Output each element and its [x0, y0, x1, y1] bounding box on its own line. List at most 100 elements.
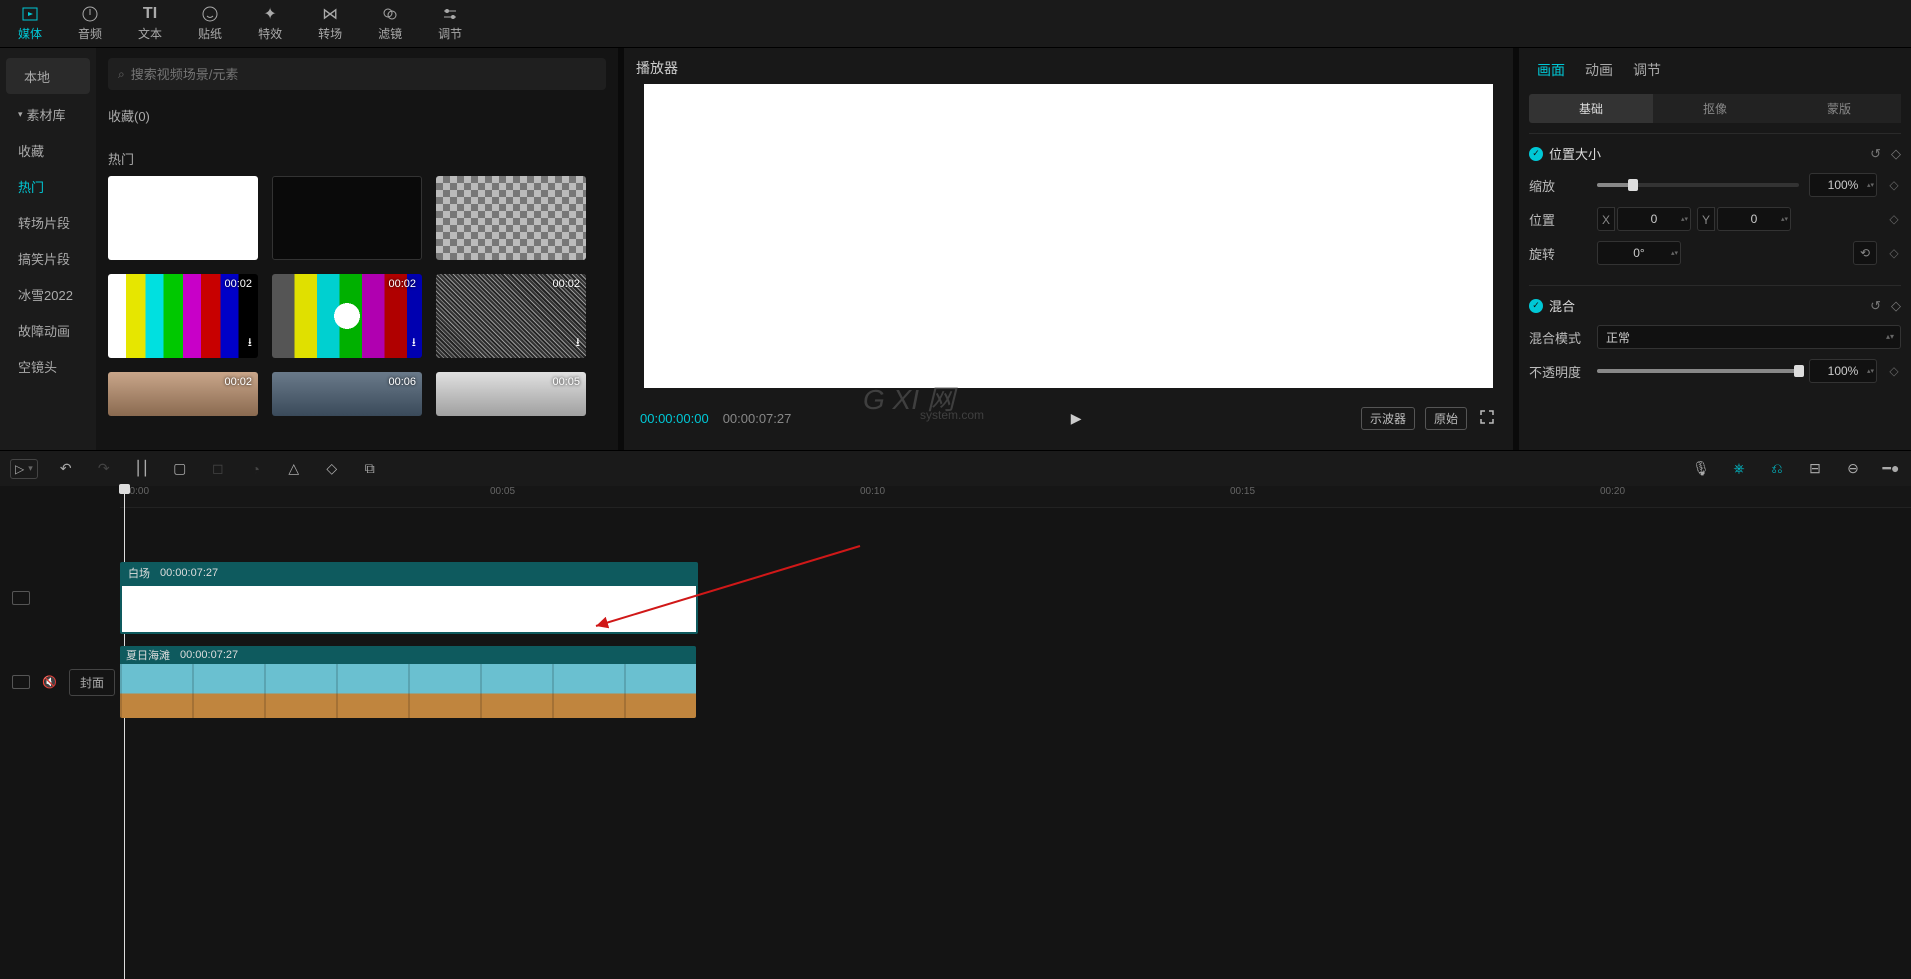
thumb-white[interactable]: [108, 176, 258, 260]
opacity-value[interactable]: 100%▴▾: [1809, 359, 1877, 383]
player-canvas[interactable]: [644, 84, 1493, 388]
nav-transition-clips[interactable]: 转场片段: [0, 204, 96, 240]
blend-mode-label: 混合模式: [1529, 328, 1587, 347]
undo-button[interactable]: ↶: [56, 459, 76, 479]
mute-icon[interactable]: 🔇: [42, 675, 57, 689]
inspector-tab-picture[interactable]: 画面: [1537, 60, 1565, 82]
position-y-value[interactable]: 0▴▾: [1717, 207, 1791, 231]
thumb-color-bars-1[interactable]: 00:02 ⭳: [108, 274, 258, 358]
track-toggle-icon[interactable]: [12, 591, 30, 605]
track-main: 🔇 封面 夏日海滩 00:00:07:27: [0, 642, 1911, 722]
tab-adjust[interactable]: 调节: [420, 0, 480, 47]
split-button[interactable]: ⎮⎮: [132, 459, 152, 479]
track-overlay: 白场 00:00:07:27: [0, 558, 1911, 638]
thumb-clip-2[interactable]: 00:06: [272, 372, 422, 416]
download-icon[interactable]: ⭳: [248, 333, 252, 354]
crop-button[interactable]: ⧉: [360, 459, 380, 479]
zoom-slider[interactable]: ━●: [1881, 459, 1901, 479]
blend-mode-select[interactable]: 正常 ▴▾: [1597, 325, 1901, 349]
scope-button[interactable]: 示波器: [1361, 407, 1415, 430]
tab-media-label: 媒体: [18, 25, 42, 42]
opacity-slider[interactable]: [1597, 369, 1799, 373]
search-box[interactable]: ⌕: [108, 58, 606, 90]
zoom-out-button[interactable]: ⊖: [1843, 459, 1863, 479]
rotation-value[interactable]: 0°▴▾: [1597, 241, 1681, 265]
reset-icon[interactable]: ↺: [1870, 146, 1881, 162]
scale-label: 缩放: [1529, 176, 1587, 195]
nav-empty-shot[interactable]: 空镜头: [0, 348, 96, 384]
tab-filter-label: 滤镜: [378, 25, 402, 42]
section-position-size: ✓ 位置大小 ↺ ◇ 缩放 100%▴▾ ◇ 位置 X 0▴▾ Y: [1529, 133, 1901, 285]
thumb-black[interactable]: [272, 176, 422, 260]
keyframe-icon[interactable]: ◇: [1891, 146, 1901, 162]
tab-filter[interactable]: 滤镜: [360, 0, 420, 47]
delete-button[interactable]: ▢: [170, 459, 190, 479]
clip-summer-beach[interactable]: 夏日海滩 00:00:07:27: [120, 646, 696, 718]
mirror-button[interactable]: △: [284, 459, 304, 479]
fullscreen-button[interactable]: [1477, 407, 1497, 430]
nav-library[interactable]: ▾素材库: [0, 96, 96, 132]
thumb-color-bars-2[interactable]: 00:02 ⭳: [272, 274, 422, 358]
download-icon[interactable]: ⭳: [576, 333, 580, 354]
tab-effects[interactable]: ✦ 特效: [240, 0, 300, 47]
tab-media[interactable]: 媒体: [0, 0, 60, 47]
segment-mask[interactable]: 蒙版: [1777, 94, 1901, 123]
nav-winter2022[interactable]: 冰雪2022: [0, 276, 96, 312]
cover-button[interactable]: 封面: [69, 669, 115, 696]
thumb-clip-1[interactable]: 00:02: [108, 372, 258, 416]
clip-white-field[interactable]: 白场 00:00:07:27: [120, 562, 698, 634]
thumb-noise[interactable]: 00:02 ⭳: [436, 274, 586, 358]
tab-sticker[interactable]: 贴纸: [180, 0, 240, 47]
track-toggle-icon[interactable]: [12, 675, 30, 689]
search-input[interactable]: [131, 67, 596, 82]
text-icon: TI: [141, 5, 159, 23]
thumbnail-grid: 00:02 ⭳ 00:02 ⭳ 00:02 ⭳ 00:02 00:06: [108, 176, 606, 416]
tab-audio-label: 音频: [78, 25, 102, 42]
magnet-main-button[interactable]: ⎈: [1729, 459, 1749, 479]
scale-slider[interactable]: [1597, 183, 1799, 187]
tab-audio[interactable]: 音频: [60, 0, 120, 47]
check-icon[interactable]: ✓: [1529, 147, 1543, 161]
original-size-button[interactable]: 原始: [1425, 407, 1467, 430]
keyframe-icon[interactable]: ◇: [1887, 246, 1901, 260]
tab-transition[interactable]: ⋈ 转场: [300, 0, 360, 47]
mic-button[interactable]: 🎙: [1691, 459, 1711, 479]
reset-icon[interactable]: ↺: [1870, 298, 1881, 314]
inspector-tab-animation[interactable]: 动画: [1585, 60, 1613, 82]
keyframe-icon[interactable]: ◇: [1891, 298, 1901, 314]
thumb-clip-3[interactable]: 00:05: [436, 372, 586, 416]
keyframe-icon[interactable]: ◇: [1887, 178, 1901, 192]
magnet-link-button[interactable]: ⎌: [1767, 459, 1787, 479]
segment-cutout[interactable]: 抠像: [1653, 94, 1777, 123]
x-axis-label: X: [1597, 207, 1615, 231]
tab-text[interactable]: TI 文本: [120, 0, 180, 47]
position-label: 位置: [1529, 210, 1587, 229]
play-button[interactable]: ▶: [805, 410, 1347, 427]
tool-1[interactable]: ◻: [208, 459, 228, 479]
blend-label: 混合: [1549, 296, 1575, 315]
nav-glitch[interactable]: 故障动画: [0, 312, 96, 348]
segment-basic[interactable]: 基础: [1529, 94, 1653, 123]
nav-local[interactable]: 本地: [6, 58, 90, 94]
rotation-flip-button[interactable]: ⟲: [1853, 241, 1877, 265]
inspector-tab-adjust[interactable]: 调节: [1633, 60, 1661, 82]
timeline-ruler[interactable]: 00:00 00:05 00:10 00:15 00:20: [120, 486, 1911, 508]
library-nav: 本地 ▾素材库 收藏 热门 转场片段 搞笑片段 冰雪2022 故障动画 空镜头: [0, 48, 96, 450]
rotate-button[interactable]: ◇: [322, 459, 342, 479]
position-x-value[interactable]: 0▴▾: [1617, 207, 1691, 231]
redo-button[interactable]: ↷: [94, 459, 114, 479]
thumb-transparent[interactable]: [436, 176, 586, 260]
tab-text-label: 文本: [138, 25, 162, 42]
scale-value[interactable]: 100%▴▾: [1809, 173, 1877, 197]
keyframe-icon[interactable]: ◇: [1887, 212, 1901, 226]
nav-popular[interactable]: 热门: [0, 168, 96, 204]
speed-button[interactable]: ◔: [246, 459, 266, 479]
align-button[interactable]: ⊟: [1805, 459, 1825, 479]
download-icon[interactable]: ⭳: [412, 333, 416, 354]
fullscreen-icon: [1479, 409, 1495, 425]
selection-tool[interactable]: ▷ ▾: [10, 459, 38, 479]
nav-funny-clips[interactable]: 搞笑片段: [0, 240, 96, 276]
nav-favorites[interactable]: 收藏: [0, 132, 96, 168]
keyframe-icon[interactable]: ◇: [1887, 364, 1901, 378]
check-icon[interactable]: ✓: [1529, 299, 1543, 313]
